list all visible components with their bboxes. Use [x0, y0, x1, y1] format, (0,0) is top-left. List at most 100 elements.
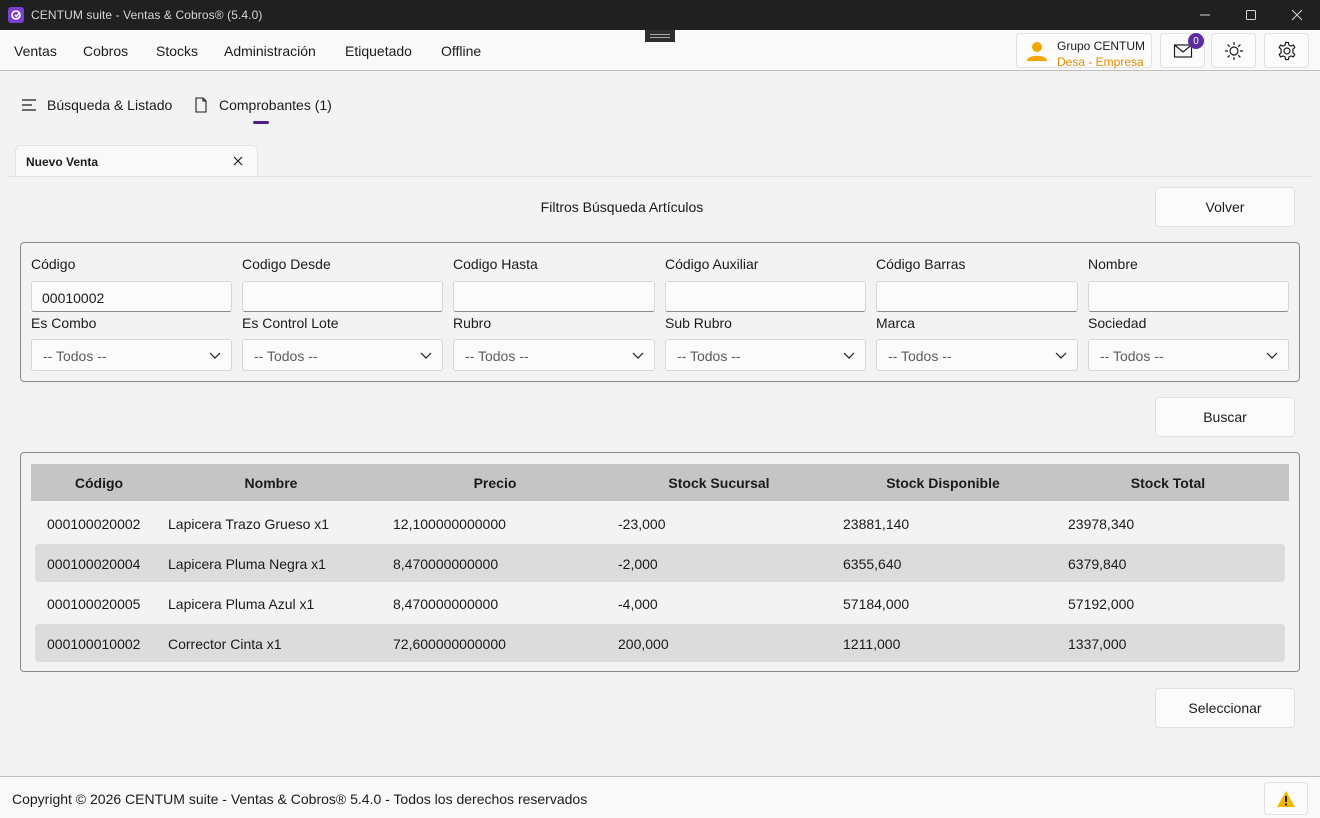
theme-toggle-button[interactable] — [1211, 33, 1256, 68]
col-precio[interactable]: Precio — [375, 475, 615, 491]
chevron-down-icon — [632, 352, 644, 359]
close-icon — [1291, 9, 1303, 21]
sociedad-value: -- Todos -- — [1100, 348, 1164, 364]
col-codigo[interactable]: Código — [31, 475, 167, 491]
codigo-input[interactable]: 00010002 — [31, 281, 232, 312]
cell-stock-disponible: 6355,640 — [843, 556, 902, 572]
sub-rubro-value: -- Todos -- — [677, 348, 741, 364]
table-row[interactable]: 000100020004 Lapicera Pluma Negra x1 8,4… — [35, 544, 1285, 582]
cell-nombre: Lapicera Pluma Azul x1 — [168, 596, 315, 612]
warning-icon — [1277, 790, 1295, 807]
document-icon — [195, 97, 207, 113]
cell-nombre: Lapicera Trazo Grueso x1 — [168, 516, 330, 532]
codigo-auxiliar-input[interactable] — [665, 281, 866, 312]
cell-stock-total: 57192,000 — [1068, 596, 1135, 612]
tab-busqueda-listado[interactable]: Búsqueda & Listado — [21, 97, 172, 113]
filters-title: Filtros Búsqueda Artículos — [540, 199, 704, 215]
cell-nombre: Corrector Cinta x1 — [168, 636, 282, 652]
filter-panel: Código Codigo Desde Codigo Hasta Código … — [20, 242, 1300, 382]
title-bar: CENTUM suite - Ventas & Cobros® (5.4.0) — [0, 0, 1320, 30]
rubro-label: Rubro — [453, 315, 492, 331]
minimize-icon — [1200, 14, 1210, 16]
menu-offline[interactable]: Offline — [441, 43, 481, 59]
codigo-hasta-label: Codigo Hasta — [453, 256, 538, 272]
sub-rubro-label: Sub Rubro — [665, 315, 732, 331]
table-row[interactable]: 000100020002 Lapicera Trazo Grueso x1 12… — [35, 504, 1285, 542]
cell-nombre: Lapicera Pluma Negra x1 — [168, 556, 326, 572]
mail-count-badge: 0 — [1188, 33, 1204, 49]
sociedad-select[interactable]: -- Todos -- — [1088, 339, 1289, 371]
sub-rubro-select[interactable]: -- Todos -- — [665, 339, 866, 371]
es-control-lote-value: -- Todos -- — [254, 348, 318, 364]
chevron-down-icon — [1266, 352, 1278, 359]
cell-codigo: 000100020002 — [47, 516, 141, 532]
tab-comprobantes[interactable]: Comprobantes (1) — [193, 97, 332, 113]
menu-administracion[interactable]: Administración — [224, 43, 316, 59]
cell-codigo: 000100020005 — [47, 596, 141, 612]
col-stock-total[interactable]: Stock Total — [1063, 475, 1273, 491]
maximize-icon — [1246, 10, 1256, 20]
codigo-barras-input[interactable] — [876, 281, 1078, 312]
app-logo-icon — [8, 7, 24, 23]
close-tab-icon[interactable] — [231, 154, 245, 168]
codigo-desde-label: Codigo Desde — [242, 256, 331, 272]
col-stock-sucursal[interactable]: Stock Sucursal — [615, 475, 823, 491]
drag-handle[interactable] — [645, 30, 675, 42]
es-combo-select[interactable]: -- Todos -- — [31, 339, 232, 371]
col-nombre[interactable]: Nombre — [167, 475, 375, 491]
table-row[interactable]: 000100010002 Corrector Cinta x1 72,60000… — [35, 624, 1285, 662]
table-row[interactable]: 000100020005 Lapicera Pluma Azul x1 8,47… — [35, 584, 1285, 622]
cell-stock-sucursal: -4,000 — [618, 596, 658, 612]
cell-precio: 8,470000000000 — [393, 556, 499, 572]
menu-ventas[interactable]: Ventas — [14, 43, 57, 59]
close-button[interactable] — [1274, 0, 1320, 30]
doc-tab-nuevo-venta[interactable]: Nuevo Venta — [15, 145, 258, 176]
tab-comprobantes-label: Comprobantes (1) — [219, 97, 332, 113]
marca-select[interactable]: -- Todos -- — [876, 339, 1078, 371]
select-button[interactable]: Seleccionar — [1155, 688, 1295, 728]
codigo-label: Código — [31, 256, 76, 272]
es-control-lote-select[interactable]: -- Todos -- — [242, 339, 443, 371]
search-button[interactable]: Buscar — [1155, 397, 1295, 437]
cell-codigo: 000100020004 — [47, 556, 141, 572]
status-bar: Copyright © 2026 CENTUM suite - Ventas &… — [0, 776, 1320, 818]
menu-etiquetado[interactable]: Etiquetado — [345, 43, 412, 59]
menu-cobros[interactable]: Cobros — [83, 43, 128, 59]
cell-stock-sucursal: -23,000 — [618, 516, 666, 532]
results-grid: Código Nombre Precio Stock Sucursal Stoc… — [20, 452, 1300, 672]
cell-precio: 72,600000000000 — [393, 636, 506, 652]
cell-stock-total: 1337,000 — [1068, 636, 1127, 652]
codigo-desde-input[interactable] — [242, 281, 443, 312]
cell-stock-total: 23978,340 — [1068, 516, 1135, 532]
mail-button[interactable]: 0 — [1160, 33, 1205, 68]
sociedad-label: Sociedad — [1088, 315, 1147, 331]
copyright-text: Copyright © 2026 CENTUM suite - Ventas &… — [12, 791, 588, 807]
gear-icon — [1278, 41, 1295, 60]
codigo-auxiliar-label: Código Auxiliar — [665, 256, 759, 272]
rubro-select[interactable]: -- Todos -- — [453, 339, 655, 371]
active-tab-indicator — [253, 121, 269, 124]
col-stock-disponible[interactable]: Stock Disponible — [823, 475, 1063, 491]
tab-busqueda-label: Búsqueda & Listado — [47, 97, 173, 113]
back-button[interactable]: Volver — [1155, 187, 1295, 227]
user-company: Desa - Empresa — [1057, 55, 1144, 69]
chevron-down-icon — [209, 352, 221, 359]
user-profile[interactable]: Grupo CENTUM Desa - Empresa — [1016, 33, 1152, 69]
list-icon — [22, 99, 36, 111]
maximize-button[interactable] — [1228, 0, 1274, 30]
menu-bar: Ventas Cobros Stocks Administración Etiq… — [0, 30, 1320, 71]
nombre-label: Nombre — [1088, 256, 1138, 272]
settings-button[interactable] — [1264, 33, 1309, 68]
user-name: Grupo CENTUM — [1057, 39, 1146, 53]
menu-stocks[interactable]: Stocks — [156, 43, 198, 59]
grid-header: Código Nombre Precio Stock Sucursal Stoc… — [31, 464, 1289, 501]
codigo-hasta-input[interactable] — [453, 281, 655, 312]
marca-label: Marca — [876, 315, 915, 331]
es-combo-value: -- Todos -- — [43, 348, 107, 364]
minimize-button[interactable] — [1182, 0, 1228, 30]
chevron-down-icon — [420, 352, 432, 359]
nombre-input[interactable] — [1088, 281, 1289, 312]
warning-button[interactable] — [1264, 782, 1308, 815]
cell-stock-disponible: 57184,000 — [843, 596, 910, 612]
tab-divider — [8, 176, 1312, 177]
